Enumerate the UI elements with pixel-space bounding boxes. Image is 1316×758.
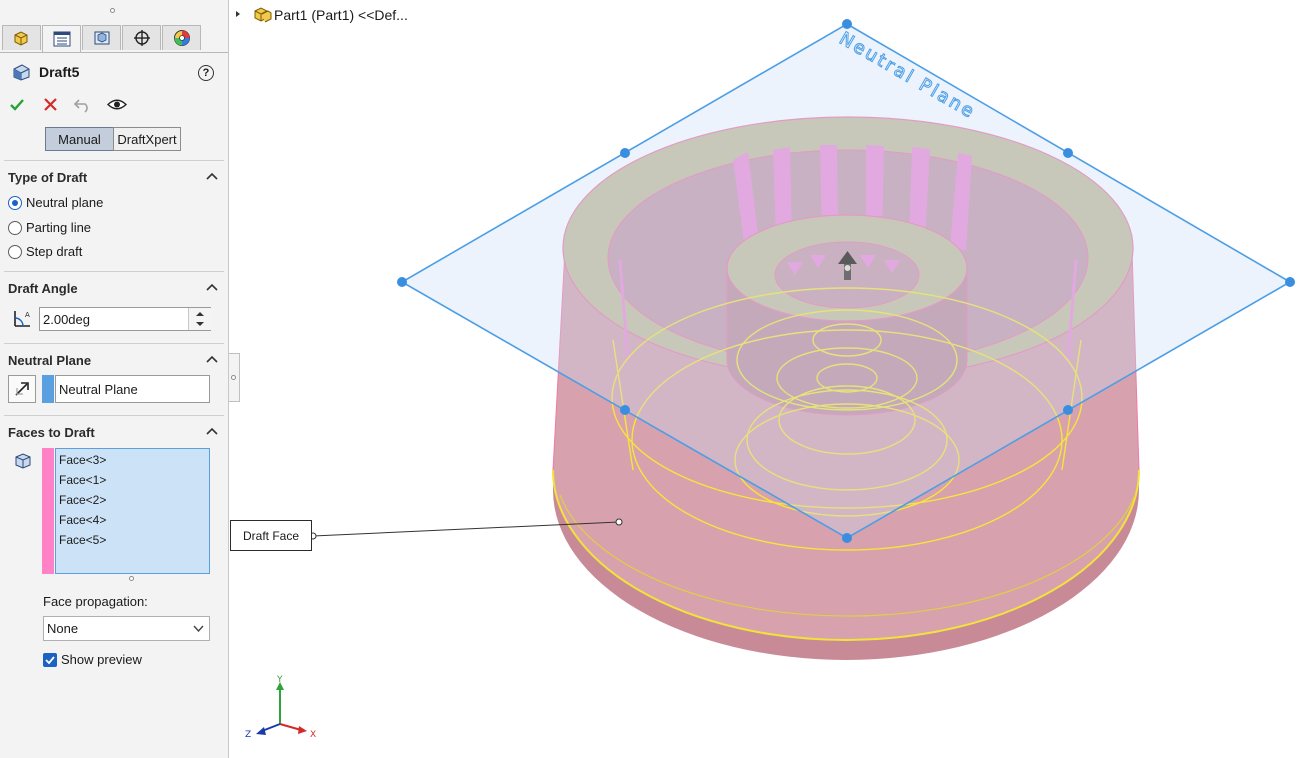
graphics-area[interactable]: Neutral Plane Y X Z (229, 0, 1316, 758)
angle-spinner[interactable] (188, 308, 211, 330)
face-propagation-select[interactable]: None (43, 616, 210, 641)
radio-parting-line[interactable]: Parting line (8, 220, 91, 235)
axis-triad: Y X Z (245, 675, 316, 740)
part-icon (14, 31, 27, 46)
faces-color-swatch (42, 448, 54, 574)
spin-up-icon[interactable] (195, 311, 205, 317)
list-item[interactable]: Face<3> (59, 453, 106, 467)
show-preview-checkbox-row[interactable]: Show preview (43, 652, 142, 667)
radio-button[interactable] (8, 220, 22, 235)
feature-tree-part-node[interactable]: Part1 (Part1) <<Def... (274, 7, 408, 23)
config-icon (94, 31, 109, 45)
chevron-down-icon[interactable] (193, 625, 204, 632)
manager-tabs (2, 25, 202, 52)
list-item[interactable]: Face<4> (59, 513, 106, 527)
svg-text:A: A (25, 311, 30, 319)
faces-to-draft-title: Faces to Draft (8, 425, 95, 440)
svg-text:Z: Z (245, 730, 251, 740)
neutral-plane-title: Neutral Plane (8, 353, 92, 368)
radio-button[interactable] (8, 244, 22, 259)
list-icon (53, 31, 70, 47)
expand-arrow-icon[interactable] (235, 10, 241, 18)
radio-neutral-plane[interactable]: Neutral plane (8, 195, 103, 210)
feature-title: Draft5 (39, 64, 80, 80)
help-icon[interactable]: ? (198, 65, 214, 81)
chevron-up-icon[interactable] (206, 283, 218, 291)
radio-step-draft[interactable]: Step draft (8, 244, 82, 259)
draftxpert-mode-button[interactable]: DraftXpert (113, 127, 181, 151)
svg-text:Y: Y (276, 675, 283, 685)
neutral-plane-surface[interactable] (400, 23, 1292, 539)
neutral-plane-selection-box[interactable]: Neutral Plane (55, 375, 210, 403)
chevron-up-icon[interactable] (206, 355, 218, 363)
draft-angle-input[interactable]: 2.00deg (39, 307, 211, 331)
list-resize-handle[interactable] (129, 576, 134, 581)
neutral-plane-color-swatch (42, 375, 54, 403)
check-icon (45, 655, 55, 664)
ok-checkmark-icon[interactable] (9, 97, 25, 113)
part-icon (254, 7, 272, 23)
show-preview-checkbox[interactable] (43, 652, 57, 667)
manual-mode-button[interactable]: Manual (45, 127, 114, 151)
chevron-up-icon[interactable] (206, 172, 218, 180)
direction-arrow-icon (15, 382, 29, 396)
panel-resize-handle[interactable] (110, 8, 115, 13)
draft-feature-icon (13, 64, 30, 81)
featuremanager-tab[interactable] (2, 25, 41, 50)
svg-text:X: X (310, 730, 316, 740)
undo-icon[interactable] (73, 96, 93, 113)
draft-angle-title: Draft Angle (8, 281, 78, 296)
display-manager-tab[interactable] (162, 25, 201, 50)
faces-selection-list[interactable]: Face<3> Face<1> Face<2> Face<4> Face<5> (55, 448, 210, 574)
cancel-x-icon[interactable] (43, 97, 58, 112)
face-propagation-label: Face propagation: (43, 594, 148, 609)
dimxpert-tab[interactable] (122, 25, 161, 50)
chevron-up-icon[interactable] (206, 427, 218, 435)
face-selection-icon (15, 453, 31, 469)
reverse-direction-button[interactable] (8, 375, 36, 403)
spin-down-icon[interactable] (195, 321, 205, 327)
radio-button-selected[interactable] (8, 195, 22, 210)
configurationmanager-tab[interactable] (82, 25, 121, 50)
crosshair-icon (133, 30, 150, 46)
model-view: Neutral Plane Y X Z (245, 19, 1295, 740)
property-manager-panel: Draft5 ? Manual DraftXpert Type of Draft… (0, 0, 229, 758)
appearance-icon (173, 30, 190, 46)
propertymanager-tab[interactable] (42, 25, 81, 52)
preview-eye-icon[interactable] (107, 97, 127, 112)
list-item[interactable]: Face<5> (59, 533, 106, 547)
list-item[interactable]: Face<1> (59, 473, 106, 487)
angle-icon: A (14, 311, 30, 327)
draft-face-callout[interactable]: Draft Face (230, 520, 312, 551)
type-of-draft-title: Type of Draft (8, 170, 88, 185)
list-item[interactable]: Face<2> (59, 493, 106, 507)
